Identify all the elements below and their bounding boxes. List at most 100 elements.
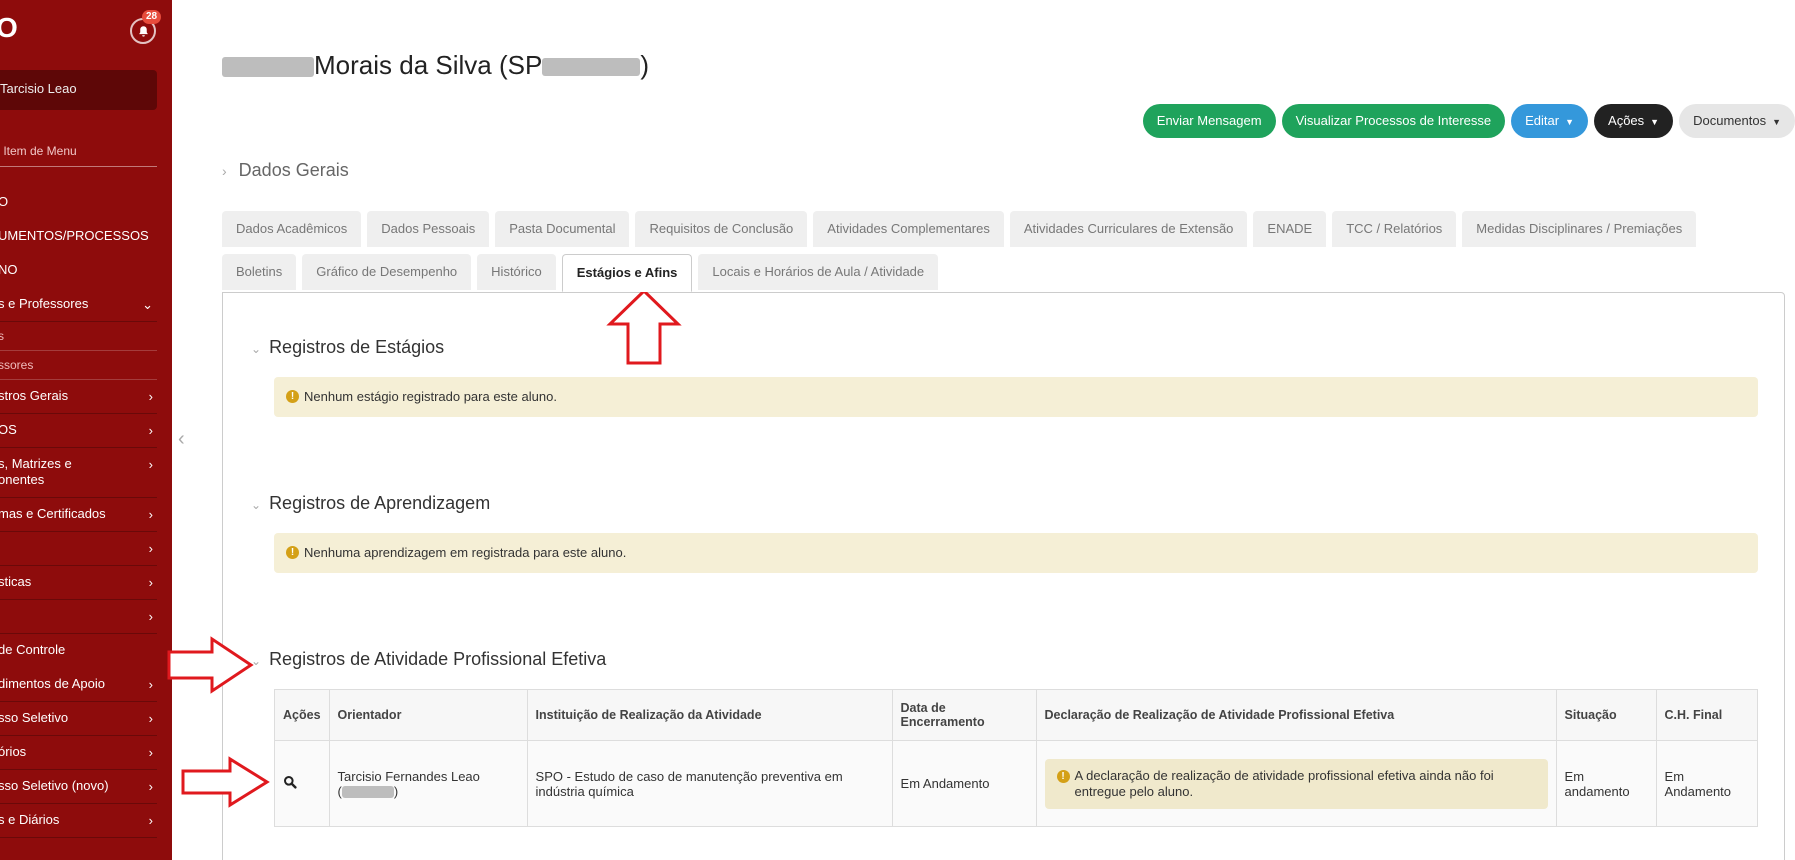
documents-button[interactable]: Documentos ▼ bbox=[1679, 104, 1795, 138]
user-name-box[interactable]: Tarcisio Leao bbox=[0, 70, 157, 110]
brand-logo[interactable]: O bbox=[0, 12, 18, 44]
sidebar-collapse-icon[interactable]: ‹ bbox=[178, 428, 185, 451]
tab-grafico-de-desempenho[interactable]: Gráfico de Desempenho bbox=[302, 254, 472, 290]
sidebar-item[interactable]: sso Seletivo (novo) › bbox=[0, 770, 157, 804]
column-header: Data de Encerramento bbox=[891, 689, 1037, 741]
column-header: C.H. Final bbox=[1655, 689, 1759, 741]
tab-requisitos-de-conclusao[interactable]: Requisitos de Conclusão bbox=[635, 211, 808, 247]
documents-label: Documentos bbox=[1693, 113, 1767, 128]
sidebar-item[interactable]: sticas › bbox=[0, 566, 157, 600]
tab-dados-pessoais[interactable]: Dados Pessoais bbox=[367, 211, 490, 247]
sidebar-item-label: de Controle bbox=[0, 642, 66, 657]
tab-estagios-e-afins[interactable]: Estágios e Afins bbox=[561, 254, 693, 292]
block-title-text: Registros de Aprendizagem bbox=[269, 493, 491, 513]
chevron-down-icon: ⌄ bbox=[251, 498, 262, 512]
alert-text: Nenhuma aprendizagem em registrada para … bbox=[304, 545, 627, 560]
tab-historico[interactable]: Histórico bbox=[477, 254, 556, 290]
alert-no-estagio: ! Nenhum estágio registrado para este alu… bbox=[274, 377, 1758, 417]
column-header: Situação bbox=[1555, 689, 1657, 741]
actions-cell bbox=[274, 740, 330, 827]
notification-count-badge: 28 bbox=[142, 10, 162, 24]
sidebar-item[interactable]: de Controle bbox=[0, 634, 157, 668]
sidebar-item[interactable]: O bbox=[0, 186, 157, 220]
sidebar-item[interactable]: s bbox=[0, 322, 157, 351]
sidebar-item[interactable]: stros Gerais › bbox=[0, 380, 157, 414]
sidebar-item-label: mas e Certificados bbox=[0, 506, 106, 521]
page-title-text: Morais da Silva (SP bbox=[314, 50, 543, 80]
chevron-down-icon: ⌄ bbox=[251, 342, 262, 356]
chevron-right-icon: › bbox=[148, 457, 153, 472]
send-message-button[interactable]: Enviar Mensagem bbox=[1142, 104, 1276, 138]
action-buttons: Enviar Mensagem Visualizar Processos de … bbox=[1142, 104, 1795, 138]
chevron-down-icon: ▼ bbox=[1565, 117, 1575, 127]
situacao-cell: Em andamento bbox=[1555, 740, 1657, 827]
chevron-down-icon: ⌄ bbox=[142, 297, 153, 312]
block-title-atividade[interactable]: ⌄ Registros de Atividade Profissional Efe… bbox=[251, 649, 606, 670]
table-row: Tarcisio Fernandes Leao () SPO - Estudo … bbox=[274, 740, 1759, 827]
redacted-registration bbox=[341, 786, 394, 799]
sidebar-item-label: stros Gerais bbox=[0, 388, 69, 403]
tab-enade[interactable]: ENADE bbox=[1253, 211, 1327, 247]
sidebar-item[interactable]: s e Diários › bbox=[0, 804, 157, 838]
sidebar-item[interactable]: s e Professores ⌄ bbox=[0, 288, 157, 322]
tabs-row-1: Dados Acadêmicos Dados Pessoais Pasta Docu… bbox=[222, 211, 1697, 247]
instituicao-cell: SPO - Estudo de caso de manutenção preve… bbox=[526, 740, 893, 827]
edit-button[interactable]: Editar ▼ bbox=[1511, 104, 1589, 138]
sidebar-item-label: sso Seletivo bbox=[0, 710, 69, 725]
tab-locais-e-horarios-de-aula-atividade[interactable]: Locais e Horários de Aula / Atividade bbox=[698, 254, 939, 290]
sidebar-item-label: ssores bbox=[0, 358, 34, 372]
annotation-arrow-right-icon bbox=[167, 636, 254, 694]
redacted-name bbox=[222, 57, 314, 78]
block-title-text: Registros de Estágios bbox=[269, 337, 445, 357]
chevron-right-icon: › bbox=[148, 745, 153, 760]
annotation-arrow-up-icon bbox=[606, 288, 682, 365]
chevron-right-icon: › bbox=[222, 163, 227, 179]
tab-dados-academicos[interactable]: Dados Acadêmicos bbox=[222, 211, 362, 247]
data-encerramento-cell: Em Andamento bbox=[891, 740, 1037, 827]
chevron-right-icon: › bbox=[148, 779, 153, 794]
column-header: Instituição de Realização da Atividade bbox=[526, 689, 893, 741]
search-icon[interactable] bbox=[283, 775, 297, 789]
sidebar-item[interactable]: › bbox=[0, 600, 157, 634]
column-header: Declaração de Realização de Atividade Pr… bbox=[1035, 689, 1557, 741]
tab-atividades-complementares[interactable]: Atividades Complementares bbox=[813, 211, 1004, 247]
chevron-down-icon: ▼ bbox=[1772, 117, 1781, 127]
alert-text: Nenhum estágio registrado para este alun… bbox=[304, 389, 557, 404]
sidebar-item[interactable]: mas e Certificados › bbox=[0, 498, 157, 532]
block-title-aprendizagem[interactable]: ⌄ Registros de Aprendizagem bbox=[251, 493, 490, 514]
sidebar-item[interactable]: sso Seletivo › bbox=[0, 702, 157, 736]
sidebar-item[interactable]: ssores bbox=[0, 351, 157, 380]
tab-pasta-documental[interactable]: Pasta Documental bbox=[495, 211, 630, 247]
view-processes-button[interactable]: Visualizar Processos de Interesse bbox=[1281, 104, 1506, 138]
tab-tcc-relatorios[interactable]: TCC / Relatórios bbox=[1332, 211, 1457, 247]
sidebar-item[interactable]: › bbox=[0, 532, 157, 566]
chevron-right-icon: › bbox=[148, 541, 153, 556]
sidebar-item[interactable]: OS › bbox=[0, 414, 157, 448]
tab-boletins[interactable]: Boletins bbox=[222, 254, 297, 290]
sidebar-item[interactable]: UMENTOS/PROCESSOS bbox=[0, 220, 157, 254]
chevron-right-icon: › bbox=[148, 609, 153, 624]
page-title: Morais da Silva (SP) bbox=[222, 50, 649, 81]
actions-button[interactable]: Ações ▼ bbox=[1594, 104, 1674, 138]
sidebar-item-label: dimentos de Apoio bbox=[0, 676, 105, 691]
sidebar-item[interactable]: NO bbox=[0, 254, 157, 288]
sidebar-item[interactable]: órios › bbox=[0, 736, 157, 770]
warning-icon: ! bbox=[1056, 769, 1070, 783]
section-dados-gerais[interactable]: › Dados Gerais bbox=[222, 160, 349, 181]
block-title-estagios[interactable]: ⌄ Registros de Estágios bbox=[251, 337, 444, 358]
sidebar-item[interactable]: dimentos de Apoio › bbox=[0, 668, 157, 702]
tab-medidas-disciplinares-premiacoes[interactable]: Medidas Disciplinares / Premiações bbox=[1462, 211, 1697, 247]
chevron-right-icon: › bbox=[148, 389, 153, 404]
declaracao-text: A declaração de realização de atividade … bbox=[1074, 767, 1494, 799]
sidebar-item[interactable]: s, Matrizes e onentes › bbox=[0, 448, 157, 498]
block-title-text: Registros de Atividade Profissional Efet… bbox=[269, 649, 607, 669]
chevron-right-icon: › bbox=[148, 507, 153, 522]
chevron-right-icon: › bbox=[148, 677, 153, 692]
chevron-right-icon: › bbox=[148, 575, 153, 590]
sidebar-item-label: NO bbox=[0, 262, 18, 277]
declaracao-cell: ! A declaração de realização de atividade… bbox=[1035, 740, 1557, 827]
tab-atividades-curriculares-de-extensao[interactable]: Atividades Curriculares de Extensão bbox=[1009, 211, 1248, 247]
main-content: Morais da Silva (SP) Enviar Mensagem Vis… bbox=[222, 0, 1795, 860]
sidebar-item-label: sticas bbox=[0, 574, 32, 589]
menu-search-input[interactable]: r Item de Menu bbox=[0, 144, 157, 167]
